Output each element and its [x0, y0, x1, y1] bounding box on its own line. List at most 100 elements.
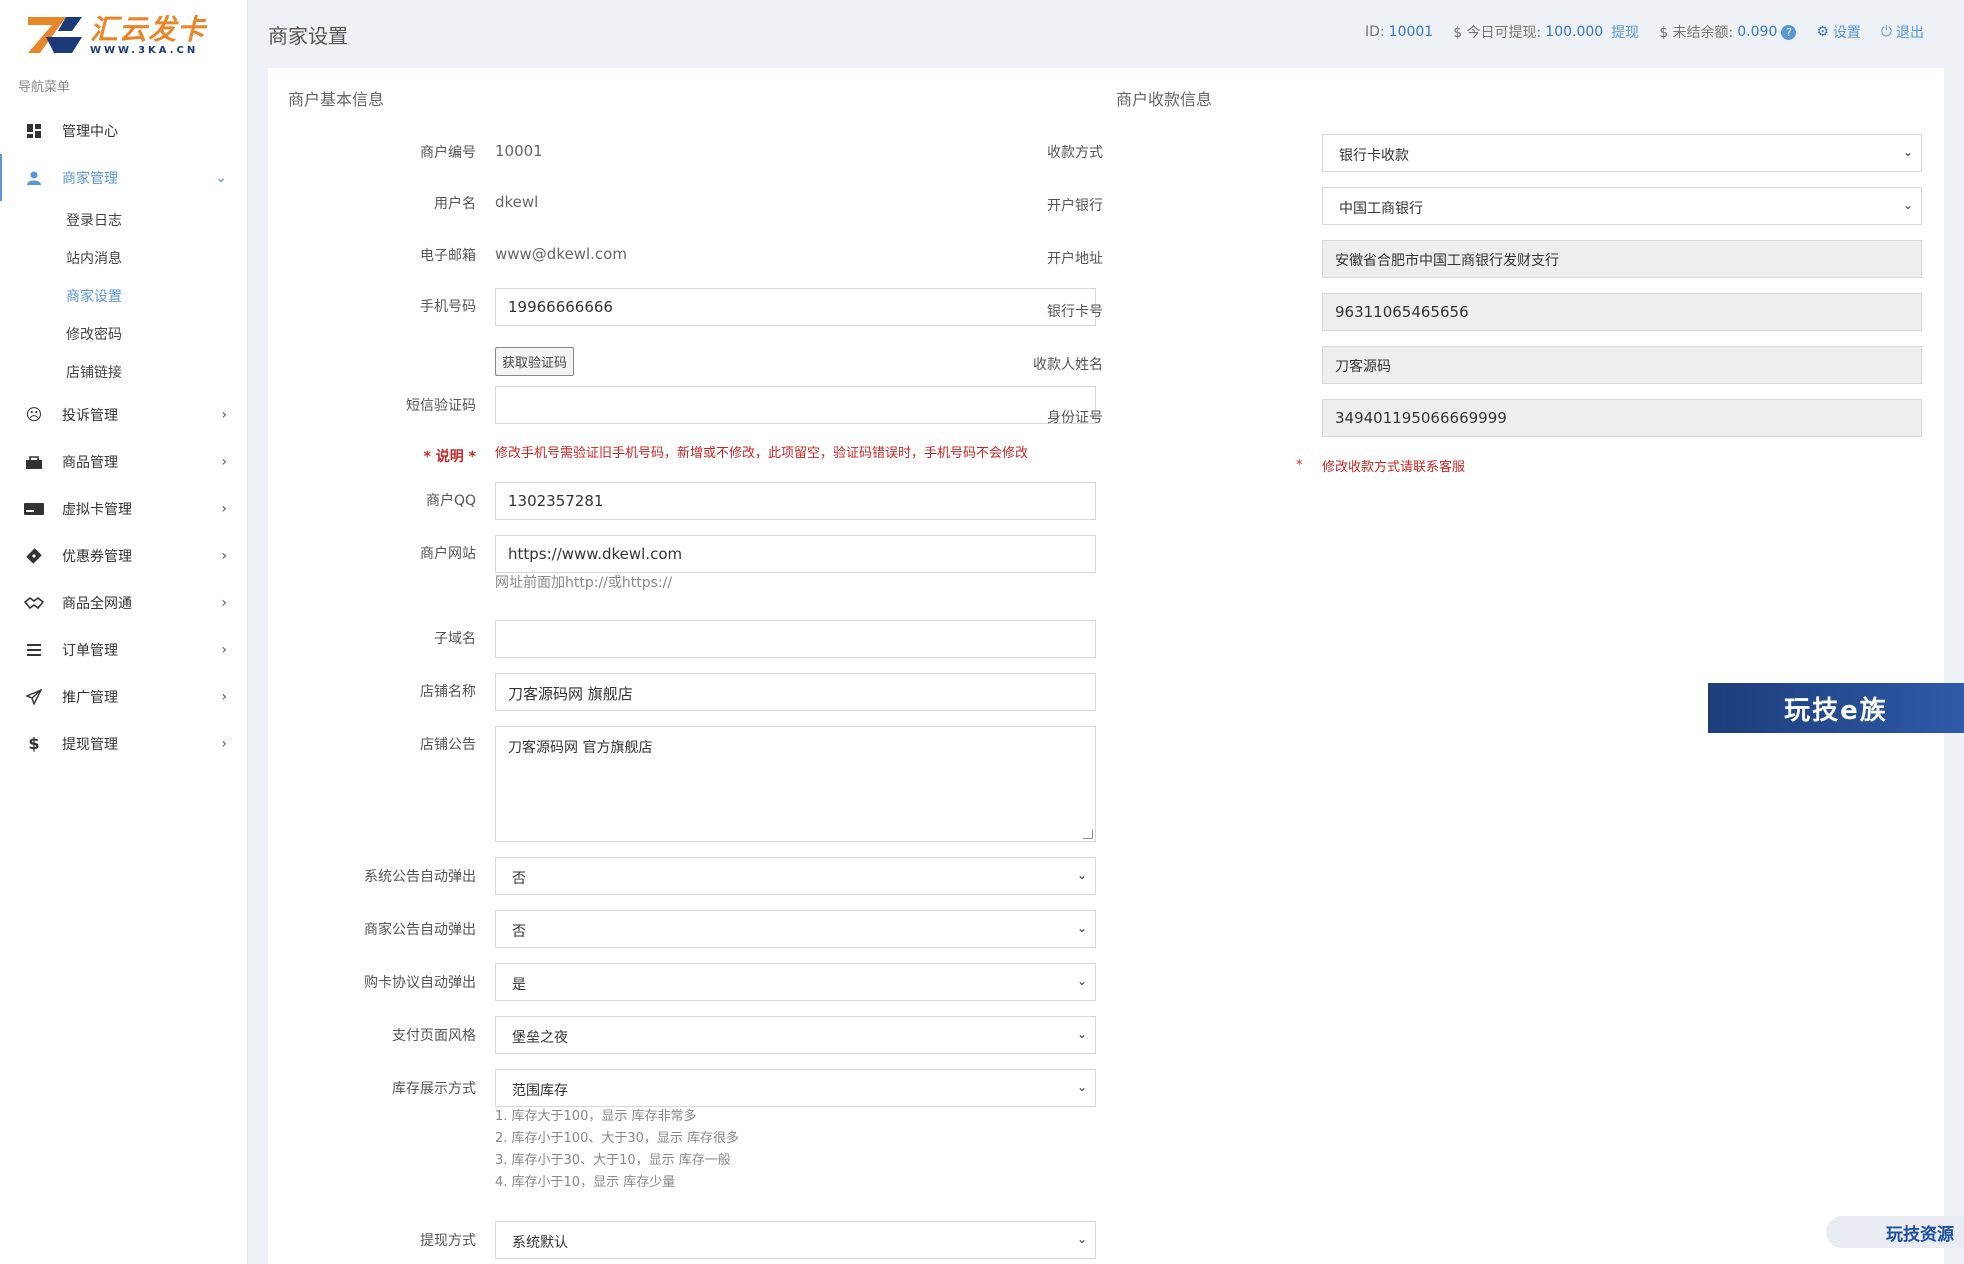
- chevron-down-icon: ⌄: [1076, 1027, 1087, 1041]
- sys-popup-label: 系统公告自动弹出: [364, 869, 476, 885]
- sidebar-item-dashboard[interactable]: 管理中心: [0, 107, 247, 154]
- qq-input[interactable]: 1302357281: [495, 482, 1096, 520]
- chevron-right-icon: ›: [221, 406, 227, 423]
- shop-notice-label: 店铺公告: [420, 737, 476, 753]
- logo-mark-icon: [26, 13, 84, 57]
- sidebar-subitem-change-password[interactable]: 修改密码: [0, 315, 247, 353]
- email-label: 电子邮箱: [420, 248, 476, 264]
- bank-value: 中国工商银行: [1339, 201, 1423, 217]
- help-icon[interactable]: ?: [1781, 24, 1797, 40]
- withdraw-method-value: 系统默认: [512, 1235, 568, 1251]
- withdraw-link[interactable]: 提现: [1611, 22, 1639, 42]
- withdraw-method-select[interactable]: 系统默认 ⌄: [495, 1221, 1096, 1259]
- website-input[interactable]: https://www.dkewl.com: [495, 535, 1096, 573]
- chevron-right-icon: ›: [221, 688, 227, 705]
- logout-link[interactable]: 退出: [1896, 22, 1924, 42]
- sidebar-item-goods[interactable]: 商品管理 ›: [0, 438, 247, 485]
- sidebar-subitem-shop-link[interactable]: 店铺链接: [0, 353, 247, 391]
- settings-link[interactable]: 设置: [1833, 22, 1861, 42]
- id-no-label: 身份证号: [1047, 410, 1103, 426]
- logo[interactable]: 汇云发卡 WWW.3KA.CN: [0, 0, 247, 70]
- stock-help: 1. 库存大于100，显示 库存非常多 2. 库存小于100、大于30，显示 库…: [495, 1106, 739, 1194]
- pay-style-label: 支付页面风格: [392, 1028, 476, 1044]
- bank-label: 开户银行: [1047, 198, 1103, 214]
- merchant-popup-select[interactable]: 否 ⌄: [495, 910, 1096, 948]
- sidebar-item-withdraw[interactable]: $ 提现管理 ›: [0, 720, 247, 767]
- sidebar-item-label: 推广管理: [62, 689, 118, 706]
- website-label: 商户网站: [420, 546, 476, 562]
- sidebar-item-promotion[interactable]: 推广管理 ›: [0, 673, 247, 720]
- nav-caption: 导航菜单: [18, 80, 71, 95]
- bank-address-input[interactable]: 安徽省合肥市中国工商银行发财支行: [1322, 240, 1922, 278]
- phone-label: 手机号码: [420, 299, 476, 315]
- agreement-popup-select[interactable]: 是 ⌄: [495, 963, 1096, 1001]
- sidebar-item-label: 投诉管理: [62, 407, 118, 424]
- page-title: 商家设置: [268, 23, 348, 48]
- resize-handle-icon[interactable]: [1083, 829, 1093, 839]
- pay-style-value: 堡垒之夜: [512, 1030, 568, 1046]
- gear-icon[interactable]: ⚙: [1816, 24, 1829, 40]
- user-icon: [24, 168, 44, 188]
- sms-code-label: 短信验证码: [406, 398, 476, 414]
- stock-display-select[interactable]: 范围库存 ⌄: [495, 1069, 1096, 1107]
- sidebar-item-virtual-card[interactable]: 虚拟卡管理 ›: [0, 485, 247, 532]
- frown-icon: ☹: [25, 405, 43, 424]
- shop-name-input[interactable]: 刀客源码网 旗舰店: [495, 673, 1096, 711]
- subdomain-input[interactable]: [495, 620, 1096, 658]
- brand-subtitle: WWW.3KA.CN: [90, 44, 199, 56]
- handshake-icon: [24, 593, 44, 613]
- bank-select[interactable]: 中国工商银行 ⌄: [1322, 187, 1922, 225]
- chevron-down-icon: ⌄: [1076, 1080, 1087, 1094]
- stock-help-line: 4. 库存小于10，显示 库存少量: [495, 1175, 676, 1190]
- subdomain-label: 子域名: [434, 631, 476, 647]
- sidebar-subitem-login-log[interactable]: 登录日志: [0, 201, 247, 239]
- sidebar-item-label: 管理中心: [62, 123, 118, 140]
- ticket-icon: [24, 546, 44, 566]
- stock-help-line: 2. 库存小于100、大于30，显示 库存很多: [495, 1131, 740, 1146]
- chevron-down-icon: ⌄: [1076, 921, 1087, 935]
- card-no-label: 银行卡号: [1047, 304, 1103, 320]
- pay-style-select[interactable]: 堡垒之夜 ⌄: [495, 1016, 1096, 1054]
- sidebar-subitem-messages[interactable]: 站内消息: [0, 239, 247, 277]
- sys-popup-select[interactable]: 否 ⌄: [495, 857, 1096, 895]
- sidebar-item-label: 提现管理: [62, 736, 118, 753]
- power-icon[interactable]: ⏻: [1881, 24, 1892, 40]
- payee-note-star: *: [1296, 458, 1303, 473]
- withdraw-method-label: 提现方式: [420, 1233, 476, 1249]
- id-label: ID:: [1365, 24, 1385, 40]
- header-account-bar: ID: 10001 $ 今日可提现: 100.000 提现 $ 未结余额: 0.…: [1357, 22, 1924, 42]
- dashboard-icon: [24, 121, 44, 141]
- settings-panel: 商户基本信息 商户收款信息 商户编号 10001 用户名 dkewl 电子邮箱 …: [268, 68, 1944, 1264]
- chevron-right-icon: ›: [221, 500, 227, 517]
- watermark-tab: 玩技资源: [1826, 1216, 1964, 1248]
- unsettled-label: $ 未结余额:: [1659, 25, 1734, 41]
- dollar-icon: $: [28, 734, 40, 753]
- sidebar-item-orders[interactable]: 订单管理 ›: [0, 626, 247, 673]
- chevron-right-icon: ›: [221, 735, 227, 752]
- payee-method-label: 收款方式: [1047, 145, 1103, 161]
- sidebar-item-merchant[interactable]: 商家管理 ⌄: [0, 154, 247, 201]
- payee-name-input[interactable]: 刀客源码: [1322, 346, 1922, 384]
- note-label: * 说明 *: [423, 449, 476, 465]
- sidebar-item-label: 商家管理: [62, 170, 118, 187]
- card-no-input[interactable]: 96311065465656: [1322, 293, 1922, 331]
- get-code-button[interactable]: 获取验证码: [495, 347, 575, 376]
- sidebar-subitem-merchant-settings[interactable]: 商家设置: [0, 277, 247, 315]
- chevron-down-icon: ⌄: [1076, 974, 1087, 988]
- sidebar-item-complaints[interactable]: ☹ 投诉管理 ›: [0, 391, 247, 438]
- sidebar-item-coupons[interactable]: 优惠券管理 ›: [0, 532, 247, 579]
- chevron-down-icon: ⌄: [1076, 1232, 1087, 1246]
- chevron-down-icon: ⌄: [1902, 145, 1913, 159]
- bag-icon: [24, 452, 44, 472]
- chevron-right-icon: ›: [221, 641, 227, 658]
- withdrawable-value: 100.000: [1545, 24, 1604, 40]
- sidebar-item-network[interactable]: 商品全网通 ›: [0, 579, 247, 626]
- shop-notice-textarea[interactable]: 刀客源码网 官方旗舰店: [495, 726, 1096, 842]
- send-icon: [24, 687, 44, 707]
- email-value: www@dkewl.com: [495, 245, 627, 263]
- id-no-input[interactable]: 349401195066669999: [1322, 399, 1922, 437]
- withdrawable-label: $ 今日可提现:: [1453, 25, 1542, 41]
- unsettled-value: 0.090: [1737, 24, 1778, 40]
- payee-method-select[interactable]: 银行卡收款 ⌄: [1322, 134, 1922, 172]
- username-value: dkewl: [495, 193, 539, 211]
